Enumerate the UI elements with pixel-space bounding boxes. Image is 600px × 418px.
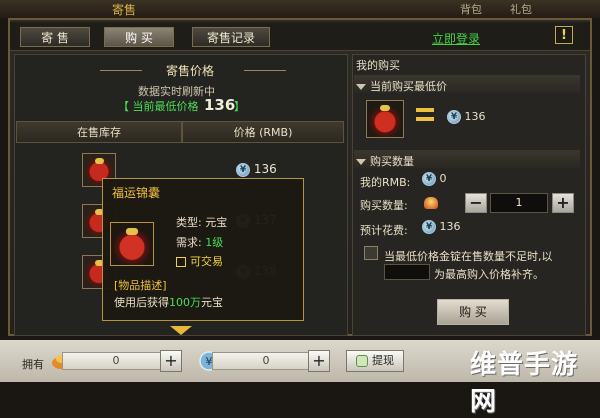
current-lowest-label: 当前购买最低价 — [370, 80, 447, 93]
auto-fill-text: 当最低价格金锭在售数量不足时,以 — [384, 250, 553, 263]
add-rmb-button[interactable]: + — [308, 350, 330, 372]
buy-button[interactable]: 购 买 — [437, 299, 509, 325]
quantity-plus-button[interactable]: + — [552, 193, 574, 213]
tooltip-type: 类型: 元宝 — [176, 216, 228, 229]
desc-prefix: 使用后获得 — [114, 296, 169, 309]
column-price: 价格 (RMB) — [182, 121, 344, 143]
my-rmb-label: 我的RMB: — [360, 176, 411, 189]
gold-ingot-icon — [424, 196, 438, 209]
tooltip-item-icon — [110, 222, 154, 266]
chevron-down-icon[interactable] — [170, 326, 192, 335]
collapse-triangle-icon — [356, 159, 366, 165]
lowest-price-bracket: 】 — [234, 100, 245, 113]
owned-rmb-field: 0 — [212, 352, 320, 370]
estimated-cost: ¥ 136 — [422, 220, 461, 234]
lowest-price-value: 136 — [204, 96, 236, 114]
tooltip-item-name: 福运锦囊 — [112, 186, 161, 200]
desc-amount: 100万 — [169, 296, 201, 309]
lucky-bag-icon — [380, 105, 390, 111]
tooltip-description: 使用后获得100万元宝 — [114, 294, 223, 310]
requirement-value: 1级 — [205, 236, 224, 249]
tab-consign[interactable]: 寄 售 — [20, 27, 90, 47]
title-ornament-right — [244, 70, 286, 71]
lucky-bag-icon — [126, 228, 138, 235]
quantity-minus-button[interactable]: − — [465, 193, 487, 213]
max-price-input[interactable] — [384, 264, 430, 280]
window-title: 寄售 — [112, 3, 137, 17]
tradeable-text: 可交易 — [190, 255, 223, 268]
owned-gold-field: 0 — [62, 352, 170, 370]
quantity-input[interactable]: 1 — [490, 193, 548, 213]
tooltip-requirement: 需求: 1级 — [176, 234, 223, 250]
market-title: 寄售价格 — [165, 64, 214, 78]
gift-tab-text[interactable]: 礼包 — [510, 1, 532, 17]
watermark: 维普手游网 — [470, 350, 579, 417]
listing-price-1-value: 136 — [253, 162, 277, 176]
listing-price-1[interactable]: ¥ 136 — [236, 162, 277, 177]
current-lowest-header: 当前购买最低价 — [356, 78, 447, 94]
rmb-coin-icon: ¥ — [447, 110, 461, 124]
qty-label: 购买数量: — [360, 199, 408, 212]
my-rmb: ¥ 0 — [422, 172, 447, 186]
auto-fill-checkbox[interactable] — [364, 246, 378, 260]
tooltip-desc-heading: [物品描述] — [114, 279, 167, 292]
purchase-price: ¥ 136 — [447, 110, 486, 124]
rmb-coin-icon: ¥ — [422, 172, 436, 186]
login-now-link[interactable]: 立即登录 — [432, 30, 480, 47]
rmb-coin-icon: ¥ — [236, 162, 250, 177]
rmb-coin-icon: ¥ — [422, 220, 436, 234]
tab-bar — [10, 22, 590, 51]
tab-records[interactable]: 寄售记录 — [192, 27, 270, 47]
quantity-section-label: 购买数量 — [370, 155, 414, 168]
alert-icon[interactable]: ! — [555, 26, 573, 44]
auto-fill-text-2: 为最高购入价格补齐。 — [434, 268, 544, 281]
quantity-header: 购买数量 — [356, 153, 414, 169]
withdraw-label: 提现 — [372, 354, 394, 367]
purchase-price-value: 136 — [464, 110, 486, 123]
requirement-label: 需求: — [176, 236, 206, 249]
desc-suffix: 元宝 — [201, 296, 223, 309]
tab-buy[interactable]: 购 买 — [104, 27, 174, 47]
column-stock: 在售库存 — [16, 121, 182, 143]
bag-tab-text[interactable]: 背包 — [460, 1, 482, 17]
collapse-triangle-icon — [356, 84, 366, 90]
withdraw-button[interactable]: 提现 — [346, 350, 404, 372]
my-purchase-title: 我的购买 — [356, 59, 400, 72]
my-rmb-value: 0 — [439, 172, 447, 185]
trade-icon — [176, 257, 186, 267]
estimated-label: 预计花费: — [360, 224, 408, 237]
lucky-bag-icon — [95, 158, 104, 164]
withdraw-icon — [356, 355, 368, 367]
equals-icon — [416, 108, 434, 122]
tooltip-tradeable: 可交易 — [176, 253, 223, 269]
lowest-price-label: 【 当前最低价格 — [118, 100, 199, 113]
owned-label: 拥有 — [22, 358, 44, 371]
purchase-item-icon — [366, 100, 404, 138]
estimated-cost-value: 136 — [439, 220, 461, 233]
add-gold-button[interactable]: + — [160, 350, 182, 372]
